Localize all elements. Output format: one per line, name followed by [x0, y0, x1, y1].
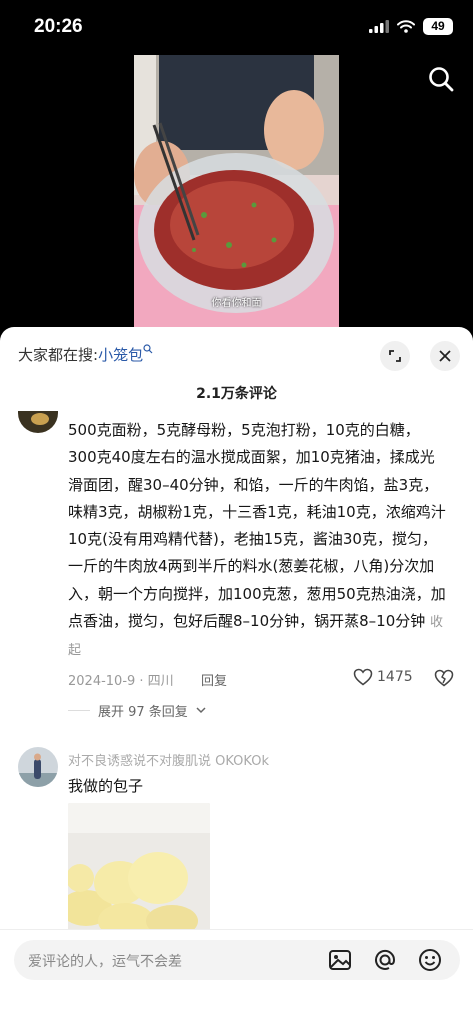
comment-username[interactable]: 对不良诱惑说不对腹肌说 OKOKOk [68, 750, 269, 769]
trending-search-keyword[interactable]: 小笼包 [98, 346, 143, 364]
fullscreen-icon [389, 350, 401, 362]
dislike-icon [434, 669, 454, 687]
comment-content: 我做的包子 [68, 777, 144, 795]
chevron-down-icon [196, 707, 206, 714]
fullscreen-button[interactable] [380, 341, 410, 371]
video-player[interactable]: 你看你和面 [134, 55, 339, 327]
comment-content: 500克面粉，5克酵母粉，5克泡打粉，10克的白糖，300克40度左右的温水搅成… [68, 421, 446, 631]
image-icon[interactable] [327, 947, 353, 973]
close-icon [439, 350, 451, 362]
video-frame-image [134, 55, 339, 327]
close-button[interactable] [430, 341, 460, 371]
dislike-button[interactable] [434, 669, 454, 691]
expand-replies-button[interactable]: 展开 97 条回复 [68, 701, 206, 720]
comment-image[interactable] [68, 803, 210, 933]
status-time: 20:26 [34, 16, 83, 37]
reply-button[interactable]: 回复 [201, 670, 227, 689]
status-icons: 49 [369, 18, 453, 35]
video-caption: 你看你和面 [211, 298, 262, 309]
like-button[interactable]: 1475 [353, 668, 413, 686]
avatar[interactable] [18, 747, 58, 787]
expand-replies-label: 展开 97 条回复 [98, 705, 188, 720]
search-button[interactable] [426, 64, 456, 94]
divider [68, 710, 90, 711]
wifi-icon [397, 20, 415, 33]
app-root: 20:26 49 你看你和面 大家都在搜:小笼包 2.1万条评论 500克面粉，… [0, 0, 473, 1024]
comment-date-location: 2024-10-9 · 四川 [68, 674, 174, 689]
signal-icon [369, 20, 389, 33]
comment-count-title: 2.1万条评论 [196, 386, 277, 402]
like-count: 1475 [377, 669, 413, 685]
search-icon [429, 67, 454, 92]
status-bar: 20:26 49 [0, 0, 473, 56]
comment-meta: 2024-10-9 · 四川 回复 1475 [68, 668, 458, 691]
at-icon[interactable] [372, 947, 398, 973]
emoji-icon[interactable] [417, 947, 443, 973]
avatar[interactable] [18, 411, 58, 433]
comments-sheet: 大家都在搜:小笼包 2.1万条评论 500克面粉，5克酵母粉，5克泡打粉，10克… [0, 327, 473, 1024]
comment-input-placeholder: 爱评论的人，运气不会差 [28, 954, 182, 970]
heart-icon [353, 668, 373, 686]
comment-text: 500克面粉，5克酵母粉，5克泡打粉，10克的白糖，300克40度左右的温水搅成… [68, 417, 448, 665]
battery-indicator: 49 [423, 18, 453, 35]
trending-search[interactable]: 大家都在搜:小笼包 [18, 344, 153, 365]
comment-input[interactable]: 爱评论的人，运气不会差 [14, 940, 460, 980]
trending-search-prompt: 大家都在搜: [18, 346, 99, 364]
comment-input-bar: 爱评论的人，运气不会差 [0, 929, 473, 1024]
small-search-icon [143, 344, 153, 354]
